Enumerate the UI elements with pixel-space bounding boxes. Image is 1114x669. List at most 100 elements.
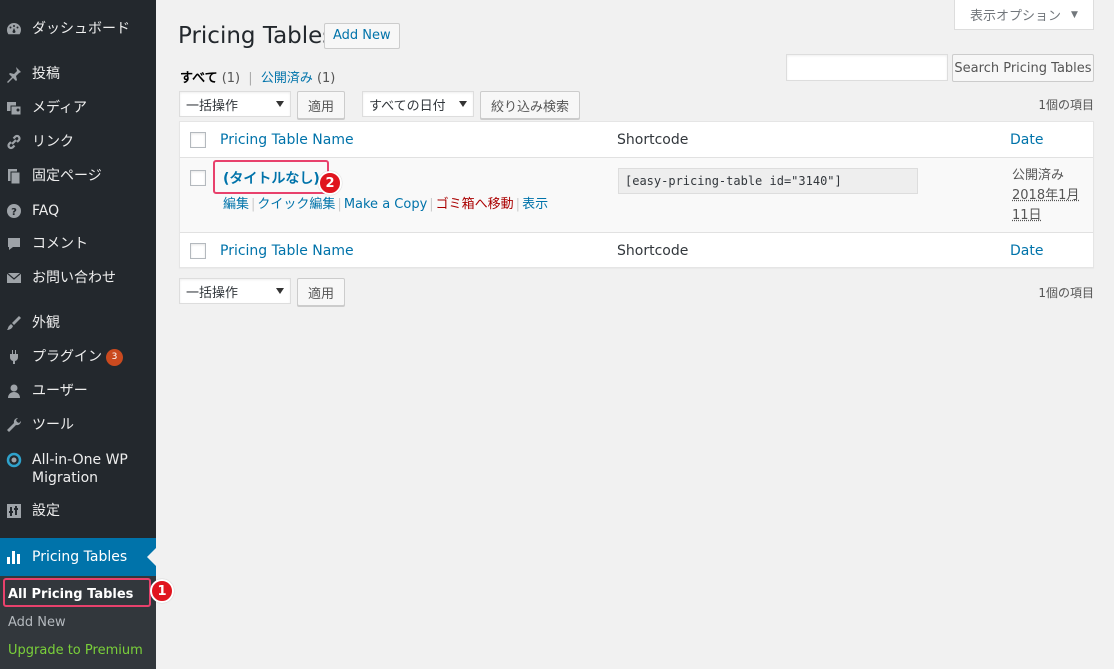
bulk-actions-value: 一括操作	[186, 98, 239, 114]
brush-icon	[5, 314, 23, 332]
row-action-trash[interactable]: ゴミ箱へ移動	[436, 197, 514, 212]
sidebar-item-appearance[interactable]: 外観	[0, 314, 156, 332]
apply-button-top[interactable]: 適用	[297, 91, 345, 119]
media-icon	[5, 99, 23, 117]
sidebar-item-pricing-tables[interactable]: Pricing Tables	[0, 538, 156, 576]
row-date-status: 公開済み	[1012, 168, 1065, 183]
select-all-checkbox[interactable]	[190, 132, 206, 148]
items-count-top: 1個の項目	[1038, 98, 1094, 112]
triangle-down-icon: ▼	[1071, 9, 1078, 20]
callout-marker-2: 2	[318, 171, 342, 195]
sidebar-item-plugins[interactable]: プラグイン 3	[0, 348, 156, 366]
highlight-box-all-pricing-tables	[3, 578, 151, 607]
sidebar-item-label: All-in-One WP Migration	[32, 452, 128, 486]
chevron-down-icon	[276, 101, 284, 107]
sidebar-item-tools[interactable]: ツール	[0, 416, 156, 434]
shortcode-field[interactable]: [easy-pricing-table id="3140"]	[618, 168, 918, 194]
comment-icon	[5, 235, 23, 253]
chevron-down-icon	[459, 101, 467, 107]
row-date-line2: 11日	[1012, 208, 1042, 223]
filter-published-count: (1)	[316, 71, 336, 86]
svg-text:?: ?	[11, 207, 17, 218]
sidebar-item-label: 設定	[32, 503, 60, 519]
pricing-tables-list: Pricing Table Name Shortcode Date (タイトルな…	[179, 121, 1094, 268]
sidebar-item-text: プラグイン	[32, 349, 102, 365]
sidebar-item-pages[interactable]: 固定ページ	[0, 167, 156, 185]
sidebar-item-label: メディア	[32, 100, 88, 116]
submenu-upgrade-premium[interactable]: Upgrade to Premium	[8, 643, 143, 658]
apply-button-bottom[interactable]: 適用	[297, 278, 345, 306]
chevron-down-icon	[276, 288, 284, 294]
sidebar-item-contact[interactable]: お問い合わせ	[0, 269, 156, 287]
bar-chart-icon	[5, 548, 23, 566]
filter-button[interactable]: 絞り込み検索	[480, 91, 580, 119]
sidebar-item-label: コメント	[32, 236, 88, 252]
bulk-actions-select-bottom[interactable]: 一括操作	[179, 278, 291, 304]
row-action-view[interactable]: 表示	[522, 197, 548, 212]
table-header-row: Pricing Table Name Shortcode Date	[180, 122, 1093, 158]
pin-icon	[5, 65, 23, 83]
sidebar-item-comments[interactable]: コメント	[0, 235, 156, 253]
help-icon: ?	[5, 202, 23, 220]
date-filter-select[interactable]: すべての日付	[362, 91, 474, 117]
column-footer-name[interactable]: Pricing Table Name	[220, 241, 354, 261]
sidebar-item-label: 外観	[32, 315, 60, 331]
wrench-icon	[5, 416, 23, 434]
select-all-checkbox-footer[interactable]	[190, 243, 206, 259]
filter-all-count: (1)	[221, 71, 241, 86]
row-checkbox[interactable]	[190, 170, 206, 186]
column-header-date[interactable]: Date	[1010, 130, 1043, 150]
sidebar-item-users[interactable]: ユーザー	[0, 382, 156, 400]
sidebar-item-dashboard[interactable]: ダッシュボード	[0, 20, 156, 38]
admin-sidebar: ダッシュボード 投稿 メディア リンク 固定ページ ? FAQ コメント お問い…	[0, 0, 156, 669]
sidebar-item-faq[interactable]: ? FAQ	[0, 202, 156, 220]
sidebar-item-migration[interactable]: All-in-One WP Migration	[0, 451, 156, 487]
row-date-line1: 2018年1月	[1012, 188, 1080, 203]
bulk-actions-select-top[interactable]: 一括操作	[179, 91, 291, 117]
sidebar-item-label: Pricing Tables	[32, 549, 128, 565]
plugin-icon	[5, 348, 23, 366]
page-title: Pricing Tables	[178, 23, 335, 49]
status-filters: すべて (1) | 公開済み (1)	[180, 67, 335, 86]
add-new-button[interactable]: Add New	[324, 23, 400, 49]
row-action-quick-edit[interactable]: クイック編集	[257, 197, 335, 212]
search-input[interactable]	[786, 54, 948, 81]
filter-all[interactable]: すべて	[180, 71, 218, 86]
bulk-actions-value: 一括操作	[186, 285, 239, 301]
date-filter-value: すべての日付	[369, 98, 446, 114]
sidebar-item-posts[interactable]: 投稿	[0, 65, 156, 83]
sidebar-item-label: プラグイン 3	[32, 348, 123, 366]
sidebar-item-label: お問い合わせ	[32, 270, 116, 286]
items-count-bottom: 1個の項目	[1038, 286, 1094, 300]
submenu-add-new[interactable]: Add New	[8, 615, 66, 630]
sidebar-item-label: FAQ	[32, 203, 60, 219]
page-icon	[5, 167, 23, 185]
screen-options-label: 表示オプション	[970, 9, 1062, 24]
table-footer-row: Pricing Table Name Shortcode Date	[180, 232, 1093, 268]
search-button[interactable]: Search Pricing Tables	[952, 54, 1094, 82]
sidebar-item-label: ツール	[32, 417, 74, 433]
column-footer-date[interactable]: Date	[1010, 241, 1043, 261]
filter-published[interactable]: 公開済み	[261, 71, 313, 86]
sidebar-item-label: リンク	[32, 134, 74, 150]
sidebar-item-settings[interactable]: 設定	[0, 502, 156, 520]
sidebar-item-label: ユーザー	[32, 383, 88, 399]
highlight-box-row-title	[213, 160, 329, 194]
row-action-edit[interactable]: 編集	[223, 197, 249, 212]
filter-separator: |	[248, 71, 253, 86]
update-count-badge: 3	[106, 348, 123, 366]
column-header-shortcode: Shortcode	[617, 132, 689, 148]
sidebar-item-label: 投稿	[32, 66, 60, 82]
row-actions: 編集 | クイック編集 | Make a Copy | ゴミ箱へ移動 | 表示	[223, 197, 549, 212]
column-footer-shortcode: Shortcode	[617, 243, 689, 259]
row-action-make-copy[interactable]: Make a Copy	[344, 197, 427, 212]
sidebar-item-links[interactable]: リンク	[0, 133, 156, 151]
mail-icon	[5, 269, 23, 287]
row-date: 公開済み 2018年1月 11日	[1012, 166, 1079, 226]
column-header-name[interactable]: Pricing Table Name	[220, 130, 354, 150]
callout-marker-1: 1	[150, 579, 174, 603]
active-menu-arrow	[147, 548, 156, 566]
screen-options-button[interactable]: 表示オプション ▼	[954, 0, 1094, 30]
sidebar-item-media[interactable]: メディア	[0, 99, 156, 117]
link-icon	[5, 133, 23, 151]
